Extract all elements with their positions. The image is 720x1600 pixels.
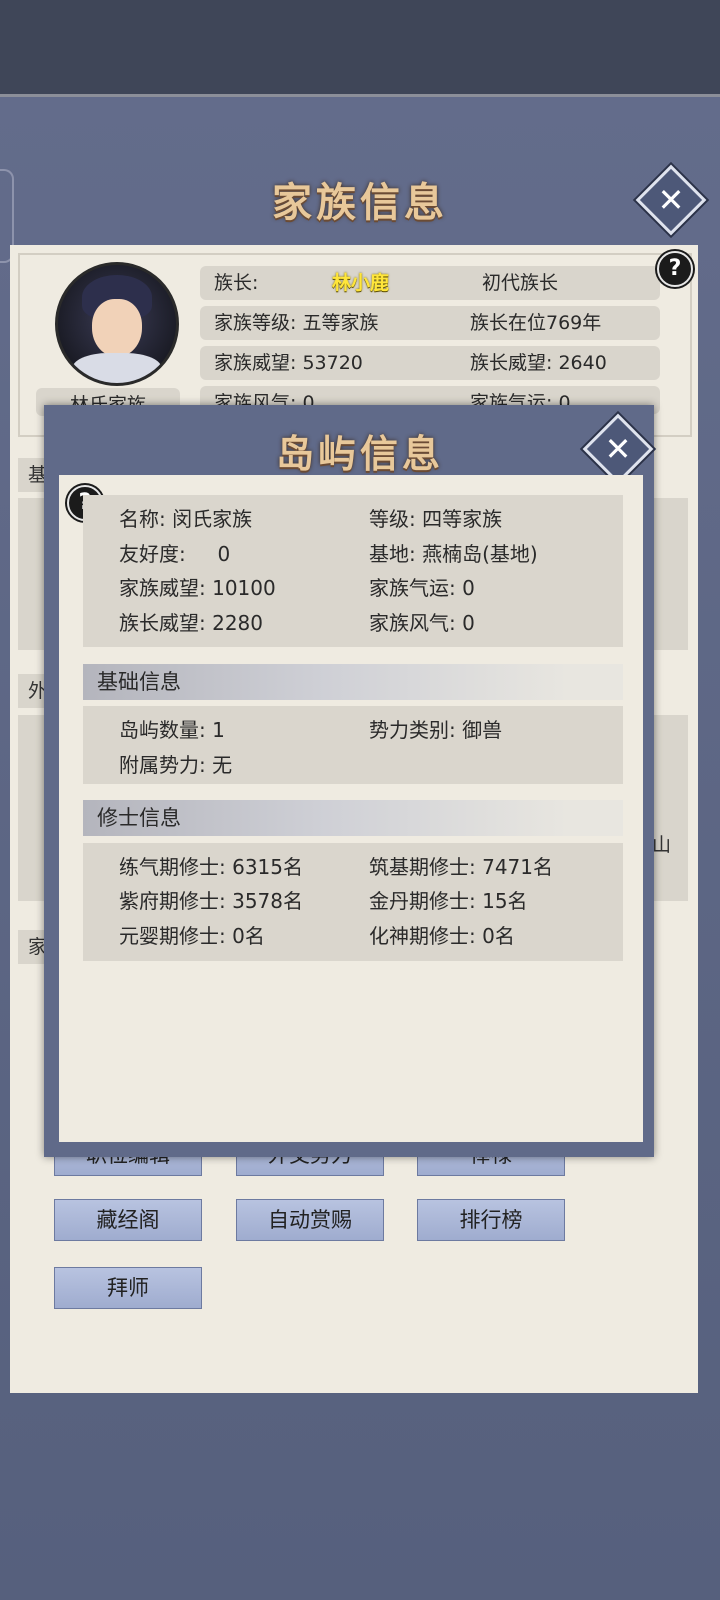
family-level: 家族等级: 五等家族 bbox=[214, 312, 379, 334]
cultivator-info-header: 修士信息 bbox=[83, 800, 623, 836]
scripture-pavilion-button[interactable]: 藏经阁 bbox=[54, 1199, 202, 1241]
island-family-prestige: 家族威望: 10100 bbox=[119, 576, 276, 600]
leader-label: 族长: bbox=[214, 272, 259, 294]
family-info-title: 家族信息 bbox=[272, 179, 448, 226]
avatar-face bbox=[92, 299, 142, 357]
island-leader-prestige: 族长威望: 2280 bbox=[119, 611, 263, 635]
leader-prestige: 族长威望: 2640 bbox=[470, 352, 607, 374]
leader-name[interactable]: 林小鹿 bbox=[332, 266, 389, 300]
leader-avatar[interactable] bbox=[55, 262, 179, 386]
island-family-fortune: 家族气运: 0 bbox=[369, 576, 475, 600]
close-icon: ✕ bbox=[657, 181, 685, 219]
faction-type: 势力类别: 御兽 bbox=[369, 718, 503, 742]
cultivator-info-block: 练气期修士: 6315名 筑基期修士: 7471名 紫府期修士: 3578名 金… bbox=[83, 843, 623, 961]
leader-title: 初代族长 bbox=[482, 272, 559, 294]
foundation-count: 筑基期修士: 7471名 bbox=[369, 855, 553, 879]
purple-mansion-count: 紫府期修士: 3578名 bbox=[119, 889, 303, 913]
island-base: 基地: 燕楠岛(基地) bbox=[369, 542, 538, 566]
family-prestige: 家族威望: 53720 bbox=[214, 352, 363, 374]
deity-transform-count: 化神期修士: 0名 bbox=[369, 924, 515, 948]
family-level-row: 家族等级: 五等家族 族长在位769年 bbox=[200, 306, 660, 340]
question-icon: ? bbox=[668, 256, 682, 281]
island-name: 名称: 闵氏家族 bbox=[119, 507, 253, 531]
basic-info-header: 基础信息 bbox=[83, 664, 623, 700]
avatar-robe bbox=[72, 353, 162, 383]
affiliated-faction: 附属势力: 无 bbox=[119, 753, 233, 777]
prestige-row: 家族威望: 53720 族长威望: 2640 bbox=[200, 346, 660, 380]
status-bar bbox=[0, 0, 720, 96]
island-friendliness: 友好度: 0 bbox=[119, 542, 231, 566]
basic-info-block: 岛屿数量: 1 势力类别: 御兽 附属势力: 无 bbox=[83, 706, 623, 784]
nascent-soul-count: 元婴期修士: 0名 bbox=[119, 924, 265, 948]
side-char: 山 bbox=[652, 834, 672, 856]
leaderboard-button[interactable]: 排行榜 bbox=[417, 1199, 565, 1241]
qi-refining-count: 练气期修士: 6315名 bbox=[119, 855, 303, 879]
apprentice-button[interactable]: 拜师 bbox=[54, 1267, 202, 1309]
island-summary-block: 名称: 闵氏家族 等级: 四等家族 友好度: 0 基地: 燕楠岛(基地) 家族威… bbox=[83, 495, 623, 647]
island-count: 岛屿数量: 1 bbox=[119, 718, 225, 742]
auto-reward-button[interactable]: 自动赏赐 bbox=[236, 1199, 384, 1241]
close-icon: ✕ bbox=[604, 430, 632, 468]
leader-row: 族长: 林小鹿 初代族长 bbox=[200, 266, 660, 300]
golden-core-count: 金丹期修士: 15名 bbox=[369, 889, 528, 913]
family-help-button[interactable]: ? bbox=[657, 251, 693, 287]
leader-tenure: 族长在位769年 bbox=[470, 312, 602, 334]
island-level: 等级: 四等家族 bbox=[369, 507, 503, 531]
island-family-atmosphere: 家族风气: 0 bbox=[369, 611, 475, 635]
